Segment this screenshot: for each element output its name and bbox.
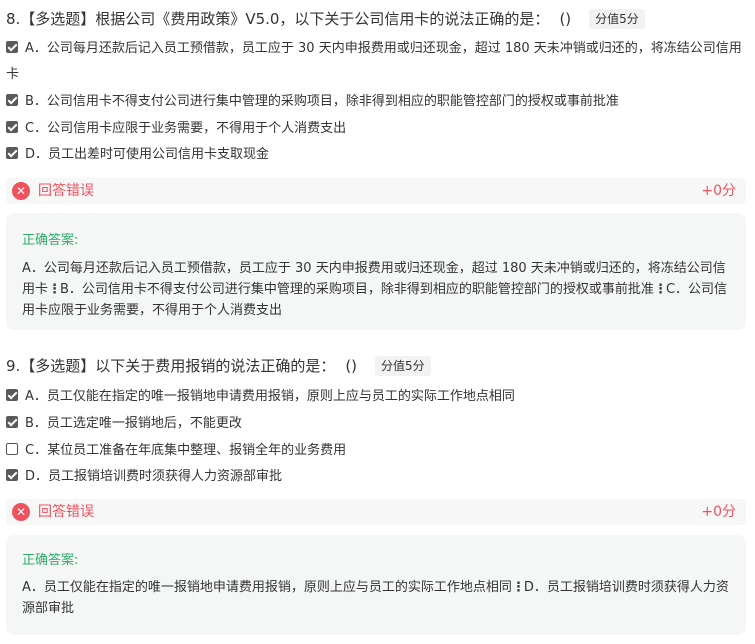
question-text: 9.【多选题】以下关于费用报销的说法正确的是： [6,357,336,375]
answer-separator: ⋮ [511,580,525,595]
option-c[interactable]: C．公司信用卡应限于业务需要，不得用于个人消费支出 [6,116,746,142]
checkbox-icon[interactable] [6,121,18,133]
result-score: +0分 [701,504,736,520]
close-circle-icon: ✕ [12,182,30,200]
option-text: A．员工仅能在指定的唯一报销地申请费用报销，原则上应与员工的实际工作地点相同 [25,389,515,404]
correct-answer-label: 正确答案: [22,553,79,568]
answer-paren: () [345,357,358,375]
answer-part: B．公司信用卡不得支付公司进行集中管理的采购项目，除非得到相应的职能管控部门的授… [60,282,654,297]
option-c[interactable]: C．某位员工准备在年底集中整理、报销全年的业务费用 [6,438,746,464]
score-tag: 分值5分 [589,9,645,29]
result-text: 回答错误 [38,504,94,520]
checkbox-icon[interactable] [6,94,18,106]
question-title: 9.【多选题】以下关于费用报销的说法正确的是： () 分值5分 [6,356,431,376]
option-b[interactable]: B．员工选定唯一报销地后，不能更改 [6,411,746,437]
correct-answer-text: A．公司每月还款后记入员工预借款，员工应于 30 天内申报费用或归还现金，超过 … [22,258,734,321]
result-bar: ✕ 回答错误 +0分 [6,499,746,525]
option-d[interactable]: D．员工报销培训费时须获得人力资源部审批 [6,464,746,490]
result-score: +0分 [701,183,736,199]
option-text: C．某位员工准备在年底集中整理、报销全年的业务费用 [25,443,347,458]
question-text: 8.【多选题】根据公司《费用政策》V5.0，以下关于公司信用卡的说法正确的是： [6,10,550,28]
option-a[interactable]: A．公司每月还款后记入员工预借款，员工应于 30 天内申报费用或归还现金，超过 … [6,36,746,88]
checkbox-icon[interactable] [6,389,18,401]
option-b[interactable]: B．公司信用卡不得支付公司进行集中管理的采购项目，除非得到相应的职能管控部门的授… [6,89,746,115]
option-a[interactable]: A．员工仅能在指定的唯一报销地申请费用报销，原则上应与员工的实际工作地点相同 [6,384,746,410]
option-text: A．公司每月还款后记入员工预借款，员工应于 30 天内申报费用或归还现金，超过 … [6,41,742,82]
answer-separator: ⋮ [48,282,61,297]
checkbox-icon[interactable] [6,443,18,455]
answer-part: A．员工仅能在指定的唯一报销地申请费用报销，原则上应与员工的实际工作地点相同 [22,580,512,595]
answer-separator: ⋮ [653,282,667,297]
correct-answer-text: A．员工仅能在指定的唯一报销地申请费用报销，原则上应与员工的实际工作地点相同⋮D… [22,577,734,619]
checkbox-icon[interactable] [6,147,18,159]
option-text: B．公司信用卡不得支付公司进行集中管理的采购项目，除非得到相应的职能管控部门的授… [25,94,619,109]
checkbox-icon[interactable] [6,469,18,481]
option-text: B．员工选定唯一报销地后，不能更改 [25,416,242,431]
option-text: D．员工出差时可使用公司信用卡支取现金 [25,147,270,162]
option-text: C．公司信用卡应限于业务需要，不得用于个人消费支出 [25,121,347,136]
correct-answer-box: 正确答案: A．公司每月还款后记入员工预借款，员工应于 30 天内申报费用或归还… [6,213,746,330]
result-text: 回答错误 [38,183,94,199]
option-d[interactable]: D．员工出差时可使用公司信用卡支取现金 [6,142,746,168]
checkbox-icon[interactable] [6,41,18,53]
correct-answer-label: 正确答案: [22,233,79,248]
close-circle-icon: ✕ [12,503,30,521]
answer-paren: () [559,10,572,28]
checkbox-icon[interactable] [6,416,18,428]
question-title: 8.【多选题】根据公司《费用政策》V5.0，以下关于公司信用卡的说法正确的是： (… [6,9,645,29]
result-bar: ✕ 回答错误 +0分 [6,178,746,204]
correct-answer-box: 正确答案: A．员工仅能在指定的唯一报销地申请费用报销，原则上应与员工的实际工作… [6,535,746,635]
option-text: D．员工报销培训费时须获得人力资源部审批 [25,469,283,484]
score-tag: 分值5分 [375,356,431,376]
